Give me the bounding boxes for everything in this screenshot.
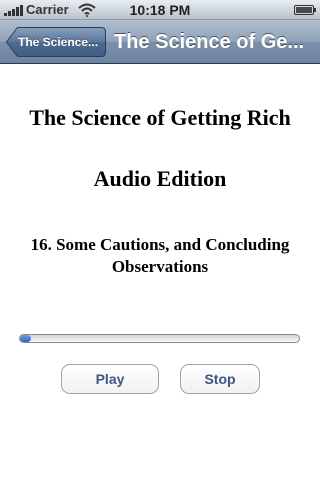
back-button-label: The Science...: [18, 35, 99, 49]
playback-progress-bar[interactable]: [19, 334, 300, 343]
navigation-bar: The Science... The Science of Ge...: [0, 20, 320, 64]
status-bar: Carrier 10:18 PM: [0, 0, 320, 20]
app-screen: Carrier 10:18 PM The Science... The Scie…: [0, 0, 320, 480]
play-button[interactable]: Play: [61, 364, 159, 394]
book-title: The Science of Getting Rich: [29, 105, 291, 130]
stop-button[interactable]: Stop: [180, 364, 260, 394]
battery-icon: [294, 5, 316, 15]
playback-progress-fill: [20, 335, 32, 342]
back-button[interactable]: The Science...: [6, 27, 106, 57]
clock: 10:18 PM: [129, 2, 191, 18]
edition-label: Audio Edition: [93, 166, 227, 191]
nav-title: The Science of Ge...: [114, 31, 305, 53]
chapter-title: 16. Some Cautions, and Concluding Observ…: [30, 235, 290, 276]
